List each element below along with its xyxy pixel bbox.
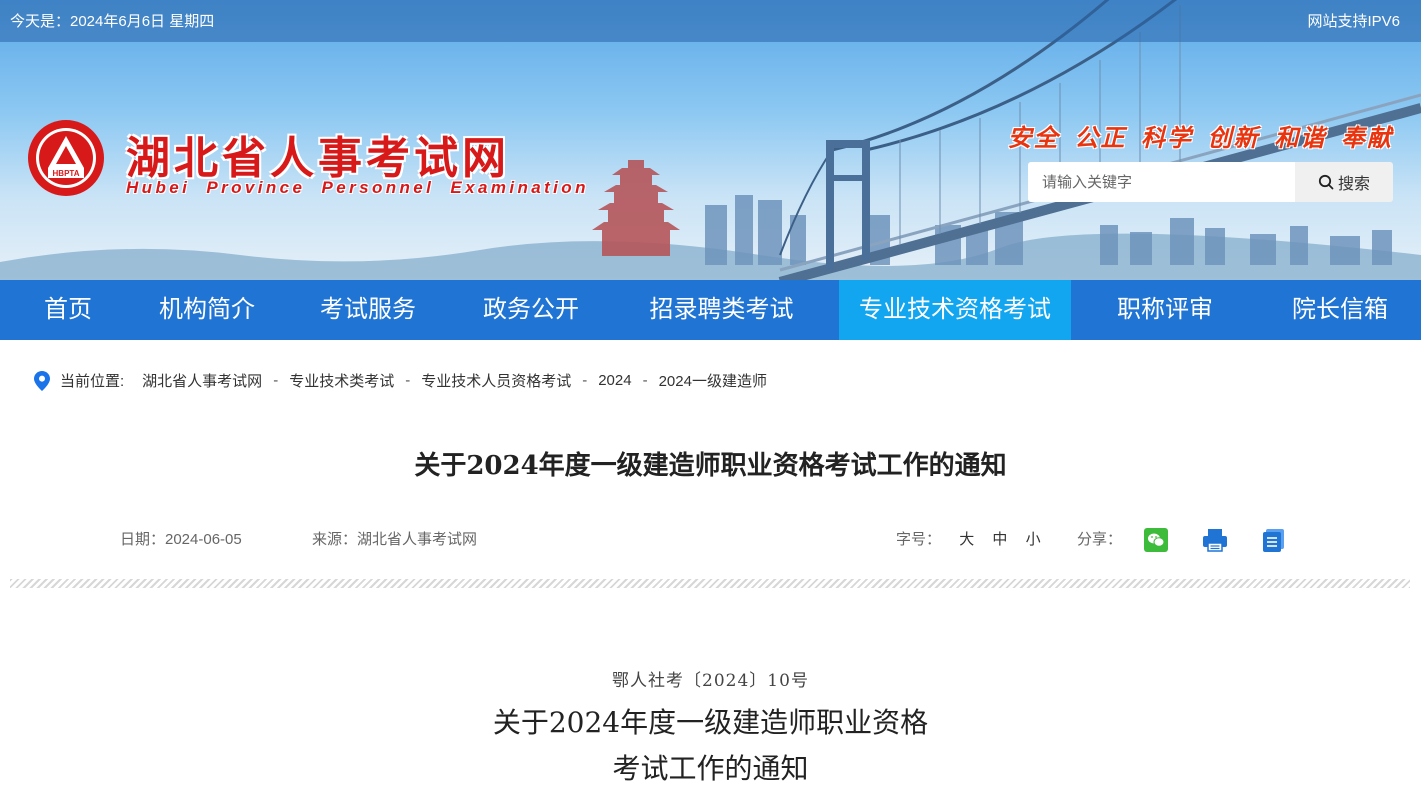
breadcrumb-separator: - <box>642 372 648 389</box>
search-button[interactable]: 搜索 <box>1295 162 1393 202</box>
hbpta-logo-icon[interactable]: HBPTA <box>26 118 106 198</box>
search-button-label: 搜索 <box>1337 176 1370 193</box>
breadcrumb-separator: - <box>582 372 588 389</box>
article-date: 日期：2024-06-05 <box>120 531 242 548</box>
nav-item-recruitment-exams[interactable]: 招录聘类考试 <box>604 280 839 340</box>
wechat-icon[interactable] <box>1144 528 1168 552</box>
divider <box>10 579 1410 588</box>
nav-item-home[interactable]: 首页 <box>0 280 136 340</box>
location-pin-icon <box>34 370 50 391</box>
nav-item-government-affairs[interactable]: 政务公开 <box>458 280 604 340</box>
nav-item-director-mailbox[interactable]: 院长信箱 <box>1259 280 1421 340</box>
document-title-line: 关于2024年度一级建造师职业资格 <box>492 706 929 739</box>
search-box: 搜索 <box>1028 162 1393 202</box>
breadcrumb-item-home[interactable]: 湖北省人事考试网 <box>142 370 262 391</box>
breadcrumb-item-professional-exams[interactable]: 专业技术类考试 <box>289 370 394 391</box>
site-name-cn[interactable]: 湖北省人事考试网 <box>126 122 510 186</box>
document-title-line: 考试工作的通知 <box>612 752 809 785</box>
font-size-control: 字号： 大 中 小 <box>896 528 1041 549</box>
breadcrumb-separator: - <box>273 372 279 389</box>
document-title: 关于2024年度一级建造师职业资格 考试工作的通知 <box>0 700 1421 792</box>
header-banner: 今天是：2024年6月6日 星期四 网站支持IPV6 HBPTA 湖北省人事考试… <box>0 0 1421 280</box>
font-size-medium-button[interactable]: 中 <box>992 531 1007 548</box>
nav-item-about[interactable]: 机构简介 <box>136 280 278 340</box>
breadcrumb-item-constructor[interactable]: 2024一级建造师 <box>659 370 767 391</box>
breadcrumb-item-qualification-exams[interactable]: 专业技术人员资格考试 <box>421 370 571 391</box>
document-number: 鄂人社考〔2024〕10号 <box>612 671 809 691</box>
search-icon <box>1318 174 1334 190</box>
slogan: 安全 公正 科学 创新 和谐 奉献 <box>1007 125 1393 152</box>
share-label: 分享： <box>1077 531 1123 548</box>
font-size-small-button[interactable]: 小 <box>1026 531 1041 548</box>
site-name-en: Hubei Province Personnel Examination <box>126 178 589 197</box>
current-date: 今天是：2024年6月6日 星期四 <box>10 13 215 30</box>
breadcrumb-item-2024[interactable]: 2024 <box>598 372 631 389</box>
nav-item-title-review[interactable]: 职称评审 <box>1071 280 1259 340</box>
breadcrumb-separator: - <box>405 372 411 389</box>
logo-badge-text: HBPTA <box>53 169 80 178</box>
main-nav: 首页 机构简介 考试服务 政务公开 招录聘类考试 专业技术资格考试 职称评审 院… <box>0 280 1421 340</box>
nav-item-professional-qualification[interactable]: 专业技术资格考试 <box>839 280 1071 340</box>
ipv6-support-label: 网站支持IPV6 <box>1307 13 1400 30</box>
article-title: 关于2024年度一级建造师职业资格考试工作的通知 <box>414 451 1007 481</box>
search-input[interactable] <box>1028 162 1295 202</box>
article-source: 来源：湖北省人事考试网 <box>312 531 478 548</box>
font-size-label: 字号： <box>896 531 942 548</box>
font-size-large-button[interactable]: 大 <box>959 531 974 548</box>
breadcrumb: 当前位置: 湖北省人事考试网 - 专业技术类考试 - 专业技术人员资格考试 - … <box>34 370 767 391</box>
nav-item-exam-services[interactable]: 考试服务 <box>278 280 458 340</box>
print-icon[interactable] <box>1202 528 1228 552</box>
document-icon[interactable] <box>1262 528 1286 552</box>
breadcrumb-label: 当前位置: <box>60 373 125 390</box>
top-bar: 今天是：2024年6月6日 星期四 网站支持IPV6 <box>0 0 1421 42</box>
